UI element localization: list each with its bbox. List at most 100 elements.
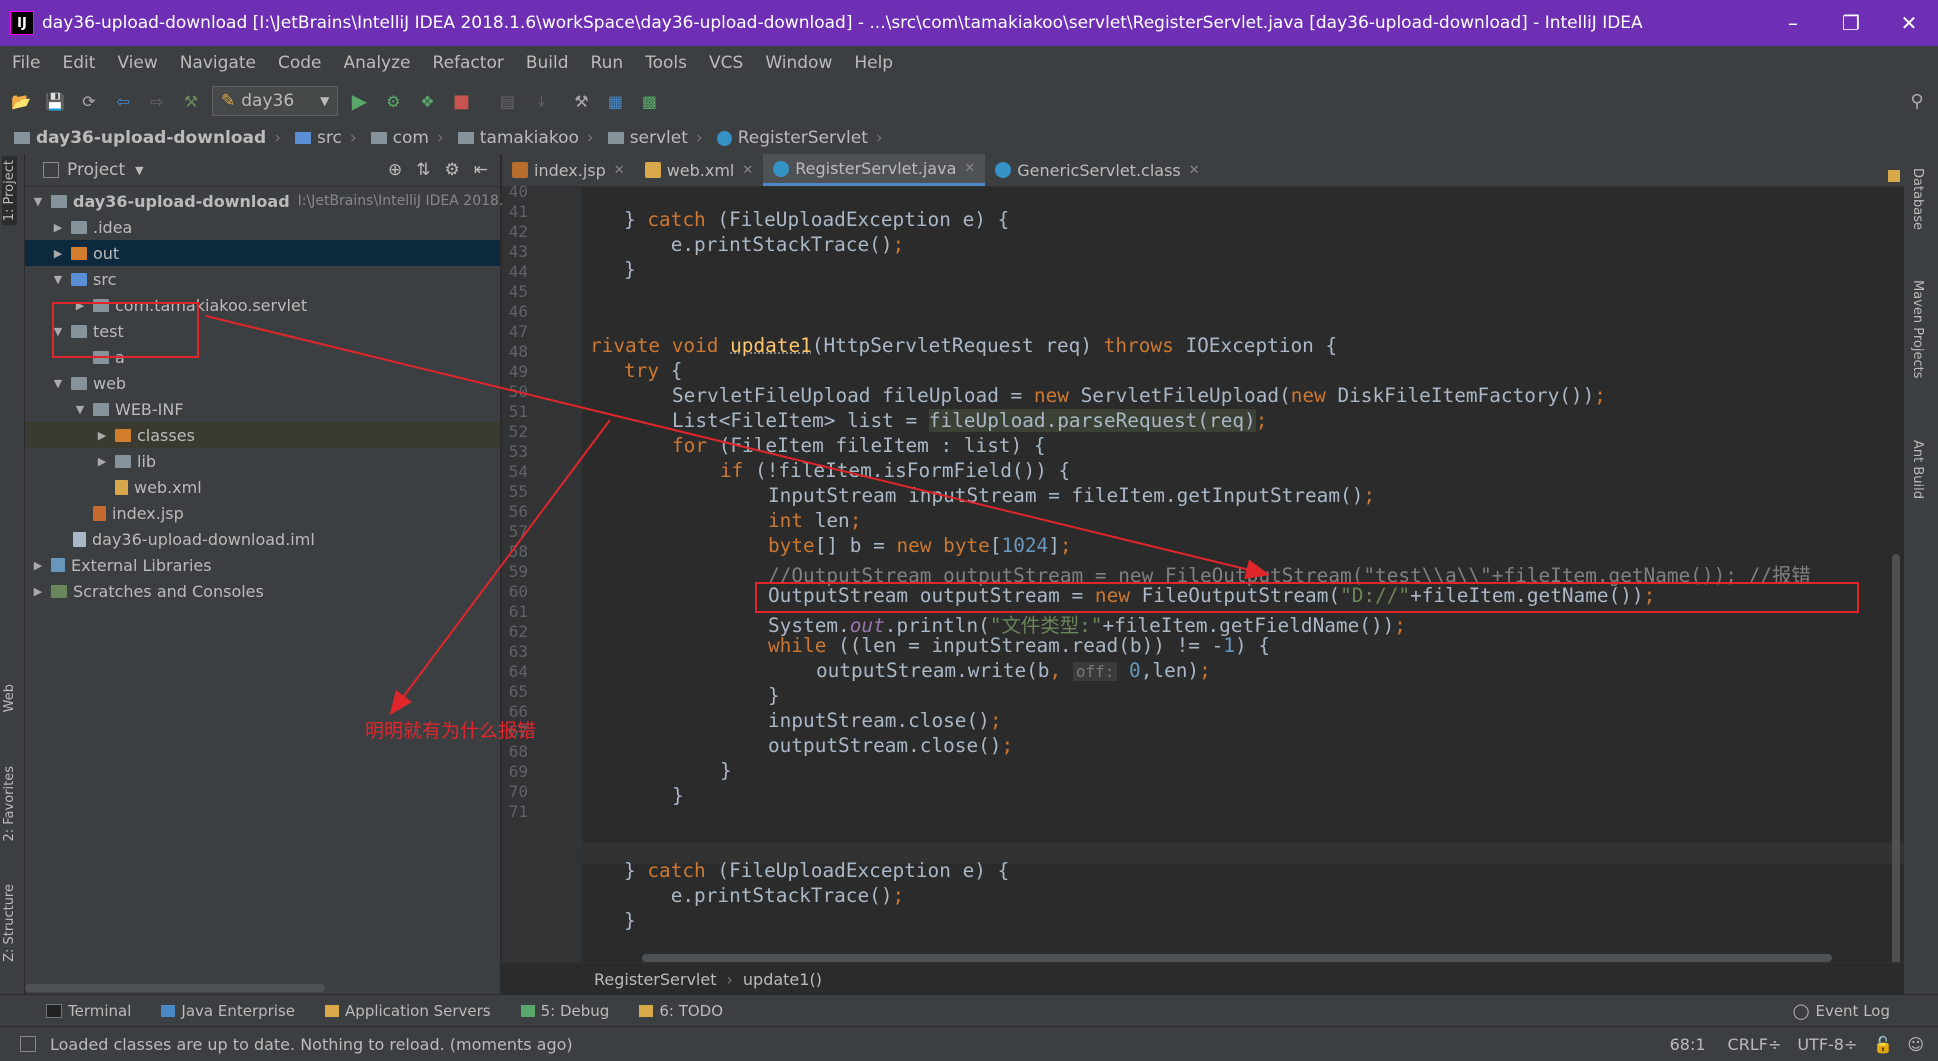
tree-item-iml[interactable]: day36-upload-download.iml <box>73 526 315 552</box>
close-icon[interactable]: ✕ <box>1189 163 1200 178</box>
lock-icon[interactable]: 🔓 <box>1873 1035 1893 1054</box>
cursor-position[interactable]: 68:1 <box>1670 1035 1706 1054</box>
code-line-54[interactable]: InputStream inputStream = fileItem.getIn… <box>768 484 1375 507</box>
breadcrumb-project[interactable]: day36-upload-download › <box>14 128 281 148</box>
status-message[interactable]: Loaded classes are up to date. Nothing t… <box>50 1035 573 1054</box>
tool-tab-favorites[interactable]: 2: Favorites <box>2 766 17 842</box>
save-icon[interactable]: 💾 <box>42 88 68 114</box>
menu-navigate[interactable]: Navigate <box>180 53 256 73</box>
menu-window[interactable]: Window <box>765 53 832 73</box>
tree-item-web-xml[interactable]: web.xml <box>115 474 202 500</box>
editor-breadcrumb-method[interactable]: update1() <box>743 970 822 989</box>
code-line-44[interactable]: } <box>624 258 636 281</box>
project-structure-icon[interactable]: ▦ <box>602 88 628 114</box>
file-encoding[interactable]: UTF-8÷ <box>1797 1035 1857 1054</box>
menu-view[interactable]: View <box>117 53 157 73</box>
editor-vertical-scrollbar[interactable] <box>1892 554 1900 994</box>
close-icon[interactable]: ✕ <box>964 161 975 176</box>
inspector-icon[interactable]: ☺ <box>1907 1035 1924 1054</box>
menu-vcs[interactable]: VCS <box>709 53 743 73</box>
editor-breadcrumb-class[interactable]: RegisterServlet <box>594 970 716 989</box>
tree-item-external-libraries[interactable]: ▶ External Libraries <box>31 552 212 578</box>
status-toggle-icon[interactable] <box>20 1036 36 1052</box>
editor-horizontal-scrollbar[interactable] <box>642 954 1832 962</box>
menu-tools[interactable]: Tools <box>645 53 687 73</box>
code-line-43[interactable]: e.printStackTrace(); <box>624 233 905 256</box>
tab-registerservlet-java[interactable]: RegisterServlet.java ✕ <box>763 154 986 186</box>
breadcrumb-registerservlet[interactable]: RegisterServlet › <box>716 128 883 148</box>
download-icon[interactable]: ⤓ <box>528 88 554 114</box>
tool-tab-ant[interactable]: Ant Build <box>1910 440 1925 499</box>
tree-item-web-inf[interactable]: ▼ WEB-INF <box>73 396 184 422</box>
tool-tab-todo[interactable]: 6: TODO <box>639 1002 723 1020</box>
code-line-64[interactable]: outputStream.close(); <box>768 734 1013 757</box>
tool-tab-project[interactable]: 1: Project <box>2 156 17 226</box>
chevron-down-icon[interactable]: ▼ <box>135 164 143 177</box>
line-separator[interactable]: CRLF÷ <box>1728 1035 1782 1054</box>
code-line-56[interactable]: byte[] b = new byte[1024]; <box>768 534 1072 557</box>
tool-tab-structure[interactable]: Z: Structure <box>2 884 17 962</box>
open-folder-icon[interactable]: 📂 <box>8 88 34 114</box>
close-button[interactable]: ✕ <box>1880 11 1938 35</box>
tool-tab-application-servers[interactable]: Application Servers <box>325 1002 491 1020</box>
code-line-49[interactable]: try { <box>624 359 682 382</box>
restore-button[interactable]: ❐ <box>1822 11 1880 35</box>
menu-analyze[interactable]: Analyze <box>344 53 411 73</box>
stop-icon[interactable]: ■ <box>448 88 474 114</box>
code-line-61[interactable]: outputStream.write(b, off: 0,len); <box>816 659 1211 682</box>
tool-tab-terminal[interactable]: Terminal <box>46 1002 131 1020</box>
hide-icon[interactable]: ⇤ <box>474 160 488 180</box>
tree-item-out[interactable]: ▶ out <box>25 240 500 266</box>
tree-item-src[interactable]: ▼ src <box>51 266 117 292</box>
settings-icon[interactable]: ⚒ <box>568 88 594 114</box>
horizontal-scrollbar[interactable] <box>25 984 325 992</box>
breadcrumb-com[interactable]: com › <box>370 128 444 148</box>
code-line-48[interactable]: rivate void update1(HttpServletRequest r… <box>590 334 1337 357</box>
tab-genericservlet-class[interactable]: GenericServlet.class ✕ <box>985 154 1209 186</box>
breadcrumb-servlet[interactable]: servlet › <box>607 128 703 148</box>
close-icon[interactable]: ✕ <box>614 163 625 178</box>
tree-item-idea[interactable]: ▶ .idea <box>51 214 133 240</box>
tab-web-xml[interactable]: web.xml ✕ <box>635 154 764 186</box>
menu-code[interactable]: Code <box>278 53 322 73</box>
search-icon[interactable]: ⚲ <box>1904 88 1930 114</box>
tool-tab-debug[interactable]: 5: Debug <box>520 1002 609 1020</box>
run-configuration-select[interactable]: ✎ day36 ▼ <box>212 86 339 116</box>
close-icon[interactable]: ✕ <box>742 163 753 178</box>
code-line-62[interactable]: } <box>768 684 780 707</box>
gear-icon[interactable]: ⚙ <box>445 160 460 180</box>
update-icon[interactable]: ▤ <box>494 88 520 114</box>
code-line-53[interactable]: if (!fileItem.isFormField()) { <box>720 459 1070 482</box>
menu-file[interactable]: File <box>12 53 40 73</box>
tree-item-scratches[interactable]: ▶ Scratches and Consoles <box>31 578 264 604</box>
tree-item-lib[interactable]: ▶ lib <box>95 448 156 474</box>
code-line-52[interactable]: for (FileItem fileItem : list) { <box>672 434 1046 457</box>
project-view-select[interactable]: Project <box>67 160 125 180</box>
back-icon[interactable]: ⇦ <box>110 88 136 114</box>
coverage-icon[interactable]: ❖ <box>414 88 440 114</box>
code-line-50[interactable]: ServletFileUpload fileUpload = new Servl… <box>672 384 1606 407</box>
tree-item-classes[interactable]: ▶ classes <box>25 422 500 448</box>
code-line-71[interactable]: } <box>624 909 636 932</box>
code-line-70[interactable]: e.printStackTrace(); <box>624 884 905 907</box>
collapse-icon[interactable]: ⇅ <box>416 160 430 180</box>
run-icon[interactable]: ▶ <box>346 88 372 114</box>
code-line-55[interactable]: int len; <box>768 509 861 532</box>
breadcrumb-tamakiakoo[interactable]: tamakiakoo › <box>457 128 594 148</box>
code-line-51[interactable]: List<FileItem> list = fileUpload.parseRe… <box>672 409 1267 432</box>
menu-build[interactable]: Build <box>526 53 569 73</box>
code-line-42[interactable]: } catch (FileUploadException e) { <box>624 208 1009 231</box>
tool-tab-database[interactable]: Database <box>1910 168 1925 230</box>
code-line-66[interactable]: } <box>672 784 684 807</box>
tree-root[interactable]: ▼ day36-upload-download I:\JetBrains\Intel… <box>31 188 513 214</box>
menu-run[interactable]: Run <box>591 53 624 73</box>
build-icon[interactable]: ⚒ <box>178 88 204 114</box>
event-log-button[interactable]: ◯ Event Log <box>1793 1002 1890 1020</box>
tree-item-web[interactable]: ▼ web <box>51 370 126 396</box>
code-line-65[interactable]: } <box>720 759 732 782</box>
forward-icon[interactable]: ⇨ <box>144 88 170 114</box>
tree-item-index-jsp[interactable]: index.jsp <box>93 500 184 526</box>
tool-tab-java-enterprise[interactable]: Java Enterprise <box>161 1002 295 1020</box>
code-line-60[interactable]: while ((len = inputStream.read(b)) != -1… <box>768 634 1270 657</box>
tool-tab-web[interactable]: Web <box>2 684 17 712</box>
